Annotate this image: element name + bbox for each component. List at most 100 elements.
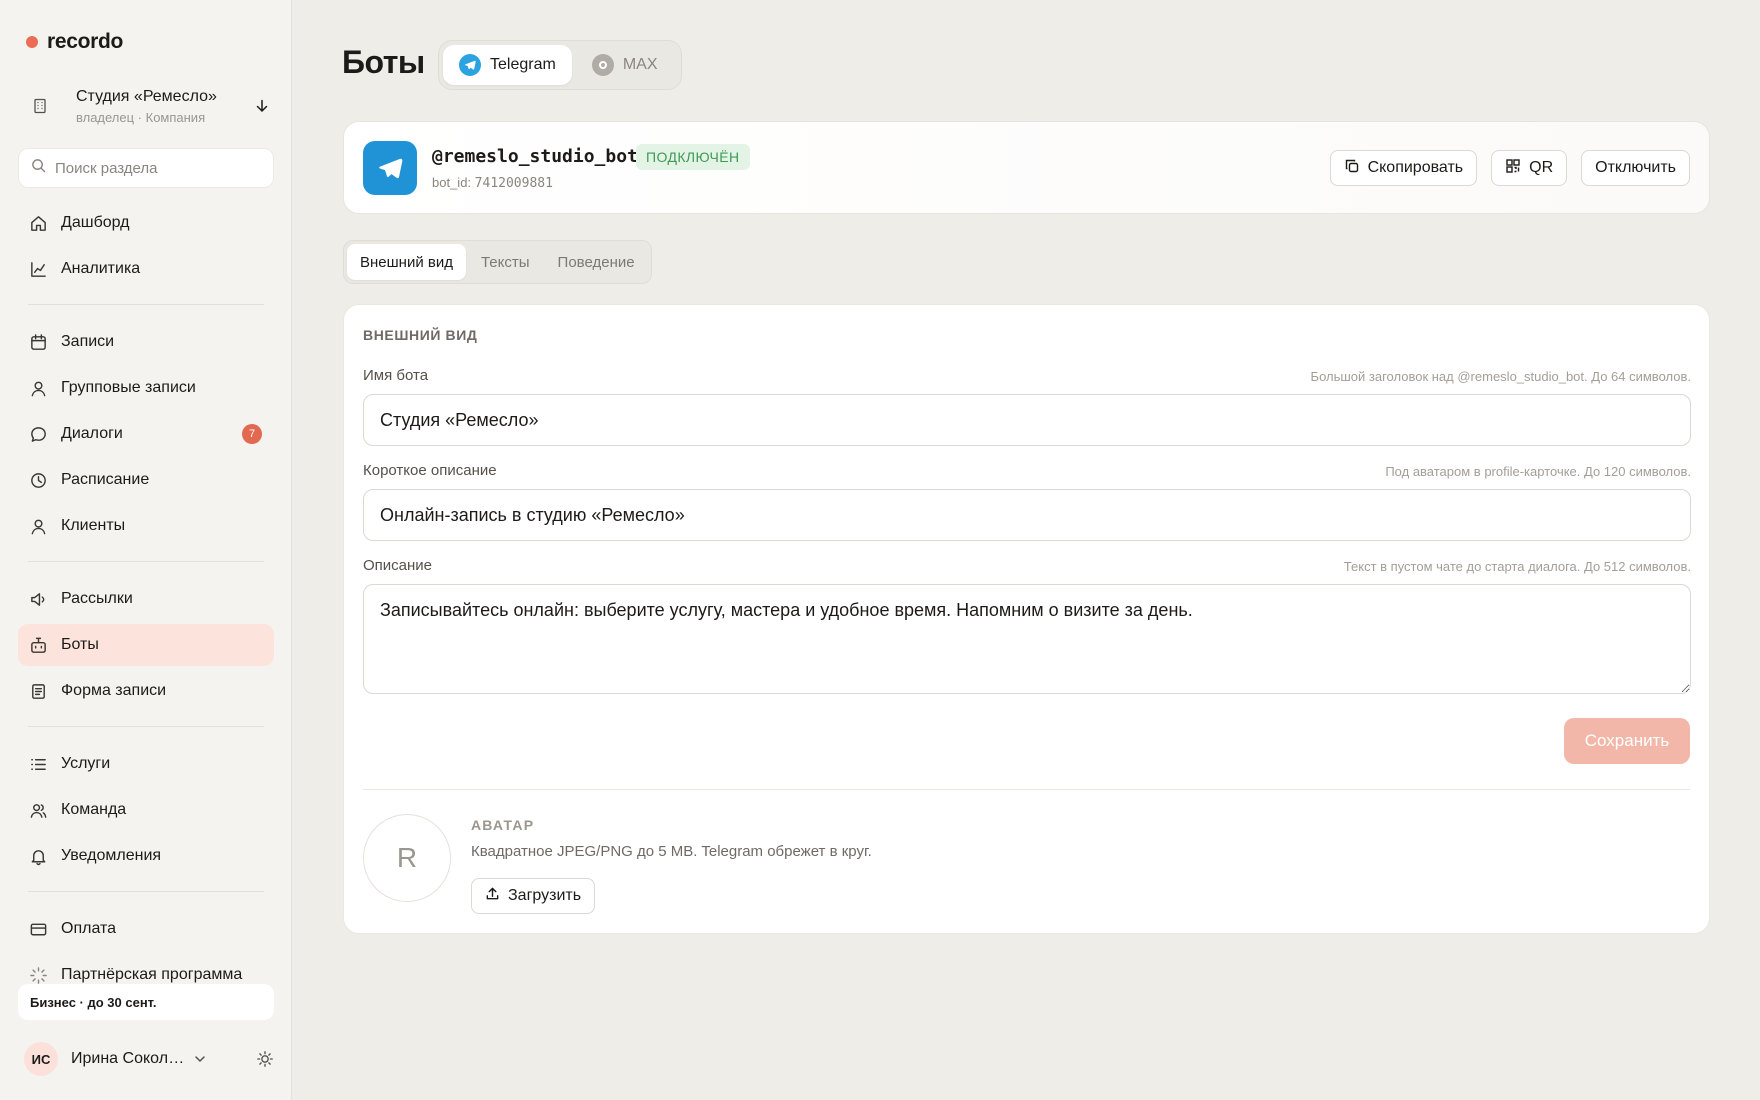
building-icon — [18, 98, 62, 114]
sidebar-item-analytics[interactable]: Аналитика — [18, 248, 274, 290]
sidebar-item-label: Записи — [61, 333, 115, 350]
sidebar-item-group-bookings[interactable]: Групповые записи — [18, 367, 274, 409]
telegram-icon — [459, 54, 481, 76]
home-icon — [28, 213, 48, 233]
sidebar-item-label: Дашборд — [61, 214, 130, 231]
qr-code-icon — [1505, 158, 1521, 179]
megaphone-icon — [28, 589, 48, 609]
user-menu[interactable]: ИС Ирина Соколова — [24, 1042, 274, 1076]
org-name: Студия «Ремесло» — [76, 87, 217, 105]
copy-label: Скопировать — [1367, 159, 1464, 176]
sidebar-item-label: Аналитика — [61, 260, 141, 277]
user-name: Ирина Соколова — [71, 1050, 185, 1067]
users-icon — [28, 800, 48, 820]
sidebar-item-schedule[interactable]: Расписание — [18, 459, 274, 501]
sidebar-item-bookings[interactable]: Записи — [18, 321, 274, 363]
sidebar-item-label: Уведомления — [61, 847, 162, 864]
chevron-down-icon — [193, 1052, 207, 1066]
sidebar-item-label: Форма записи — [61, 682, 167, 699]
bot-name-input[interactable] — [363, 394, 1691, 446]
credit-card-icon — [28, 919, 48, 939]
section-divider — [363, 789, 1690, 790]
bot-name-field: Имя бота Большой заголовок над @remeslo_… — [363, 367, 1691, 446]
form-icon — [28, 681, 48, 701]
bot-id-label: bot_id: — [432, 175, 472, 190]
sidebar-item-label: Диалоги — [61, 425, 123, 442]
nav-divider — [28, 891, 264, 892]
description-field: Описание Текст в пустом чате до старта д… — [363, 557, 1691, 699]
tab-max[interactable]: MAX — [576, 45, 674, 85]
section-search[interactable] — [18, 148, 274, 188]
tab-telegram[interactable]: Telegram — [443, 45, 572, 85]
sidebar-item-bots[interactable]: Боты — [18, 624, 274, 666]
nav-divider — [28, 561, 264, 562]
upload-label: Загрузить — [508, 887, 582, 904]
sidebar-item-team[interactable]: Команда — [18, 789, 274, 831]
user-icon — [28, 378, 48, 398]
short-description-hint: Под аватаром в profile-карточке. До 120 … — [1385, 464, 1691, 479]
bot-icon — [28, 635, 48, 655]
tab-texts[interactable]: Тексты — [468, 244, 543, 280]
brand-name: recordo — [47, 30, 124, 53]
sidebar-item-label: Рассылки — [61, 590, 133, 607]
sun-icon[interactable] — [256, 1050, 274, 1068]
qr-label: QR — [1529, 159, 1554, 176]
search-input[interactable] — [55, 159, 255, 177]
copy-icon — [1344, 158, 1360, 179]
arrow-down-icon — [250, 98, 274, 114]
list-icon — [28, 754, 48, 774]
sidebar-item-clients[interactable]: Клиенты — [18, 505, 274, 547]
sidebar-item-mailings[interactable]: Рассылки — [18, 578, 274, 620]
bot-id: bot_id: 7412009881 — [432, 175, 553, 191]
nav-divider — [28, 304, 264, 305]
disconnect-button[interactable]: Отключить — [1581, 150, 1690, 186]
calendar-icon — [28, 332, 48, 352]
platform-tabs: Telegram MAX — [438, 40, 682, 90]
copy-button[interactable]: Скопировать — [1329, 150, 1478, 186]
bot-card: @remeslo_studio_bot ПОДКЛЮЧЁН bot_id: 74… — [343, 121, 1710, 214]
bot-actions: Скопировать QR Отключить — [1329, 150, 1690, 186]
short-description-field: Короткое описание Под аватаром в profile… — [363, 462, 1691, 541]
brand-logo[interactable]: recordo — [26, 30, 123, 54]
description-textarea[interactable]: Записывайтесь онлайн: выберите услугу, м… — [363, 584, 1691, 694]
disconnect-label: Отключить — [1595, 159, 1676, 176]
sidebar-item-dialogs[interactable]: Диалоги 7 — [18, 413, 274, 455]
org-switcher[interactable]: Студия «Ремесло» владелец · Компания — [18, 78, 274, 134]
sidebar-nav: Дашборд Аналитика Записи Групповые запис… — [18, 202, 274, 1000]
qr-button[interactable]: QR — [1491, 150, 1568, 186]
avatar: ИС — [24, 1042, 58, 1076]
save-button[interactable]: Сохранить — [1564, 718, 1690, 764]
bot-avatar-preview: R — [363, 814, 451, 902]
sidebar-item-label: Партнёрская программа — [61, 966, 243, 983]
sidebar-item-payment[interactable]: Оплата — [18, 908, 274, 950]
description-hint: Текст в пустом чате до старта диалога. Д… — [1343, 559, 1691, 574]
appearance-form: ВНЕШНИЙ ВИД Имя бота Большой заголовок н… — [343, 304, 1710, 934]
avatar-section-title: АВАТАР — [471, 817, 535, 833]
tab-label: Telegram — [490, 56, 556, 73]
settings-tabs: Внешний вид Тексты Поведение — [343, 240, 652, 284]
bot-name-hint: Большой заголовок над @remeslo_studio_bo… — [1310, 369, 1691, 384]
sidebar-item-services[interactable]: Услуги — [18, 743, 274, 785]
bell-icon — [28, 846, 48, 866]
sidebar-item-label: Команда — [61, 801, 127, 818]
tab-appearance[interactable]: Внешний вид — [347, 244, 466, 280]
sidebar-item-notifications[interactable]: Уведомления — [18, 835, 274, 877]
upload-button[interactable]: Загрузить — [471, 878, 596, 914]
unread-count-badge: 7 — [242, 424, 262, 444]
sidebar-item-booking-form[interactable]: Форма записи — [18, 670, 274, 712]
org-role: владелец · Компания — [76, 109, 206, 125]
sidebar-item-label: Услуги — [61, 755, 111, 772]
chart-line-icon — [28, 259, 48, 279]
sidebar: recordo Студия «Ремесло» владелец · Комп… — [0, 0, 292, 1100]
tab-behavior[interactable]: Поведение — [545, 244, 648, 280]
section-title: ВНЕШНИЙ ВИД — [363, 327, 478, 343]
bot-id-value: 7412009881 — [474, 176, 553, 191]
sidebar-item-label: Расписание — [61, 471, 150, 488]
page-title: Боты — [342, 44, 425, 80]
max-icon — [591, 54, 614, 76]
upload-icon — [485, 886, 500, 906]
nav-divider — [28, 726, 264, 727]
plan-badge[interactable]: Бизнес · до 30 сент. — [18, 984, 274, 1020]
sidebar-item-dashboard[interactable]: Дашборд — [18, 202, 274, 244]
short-description-input[interactable] — [363, 489, 1691, 541]
